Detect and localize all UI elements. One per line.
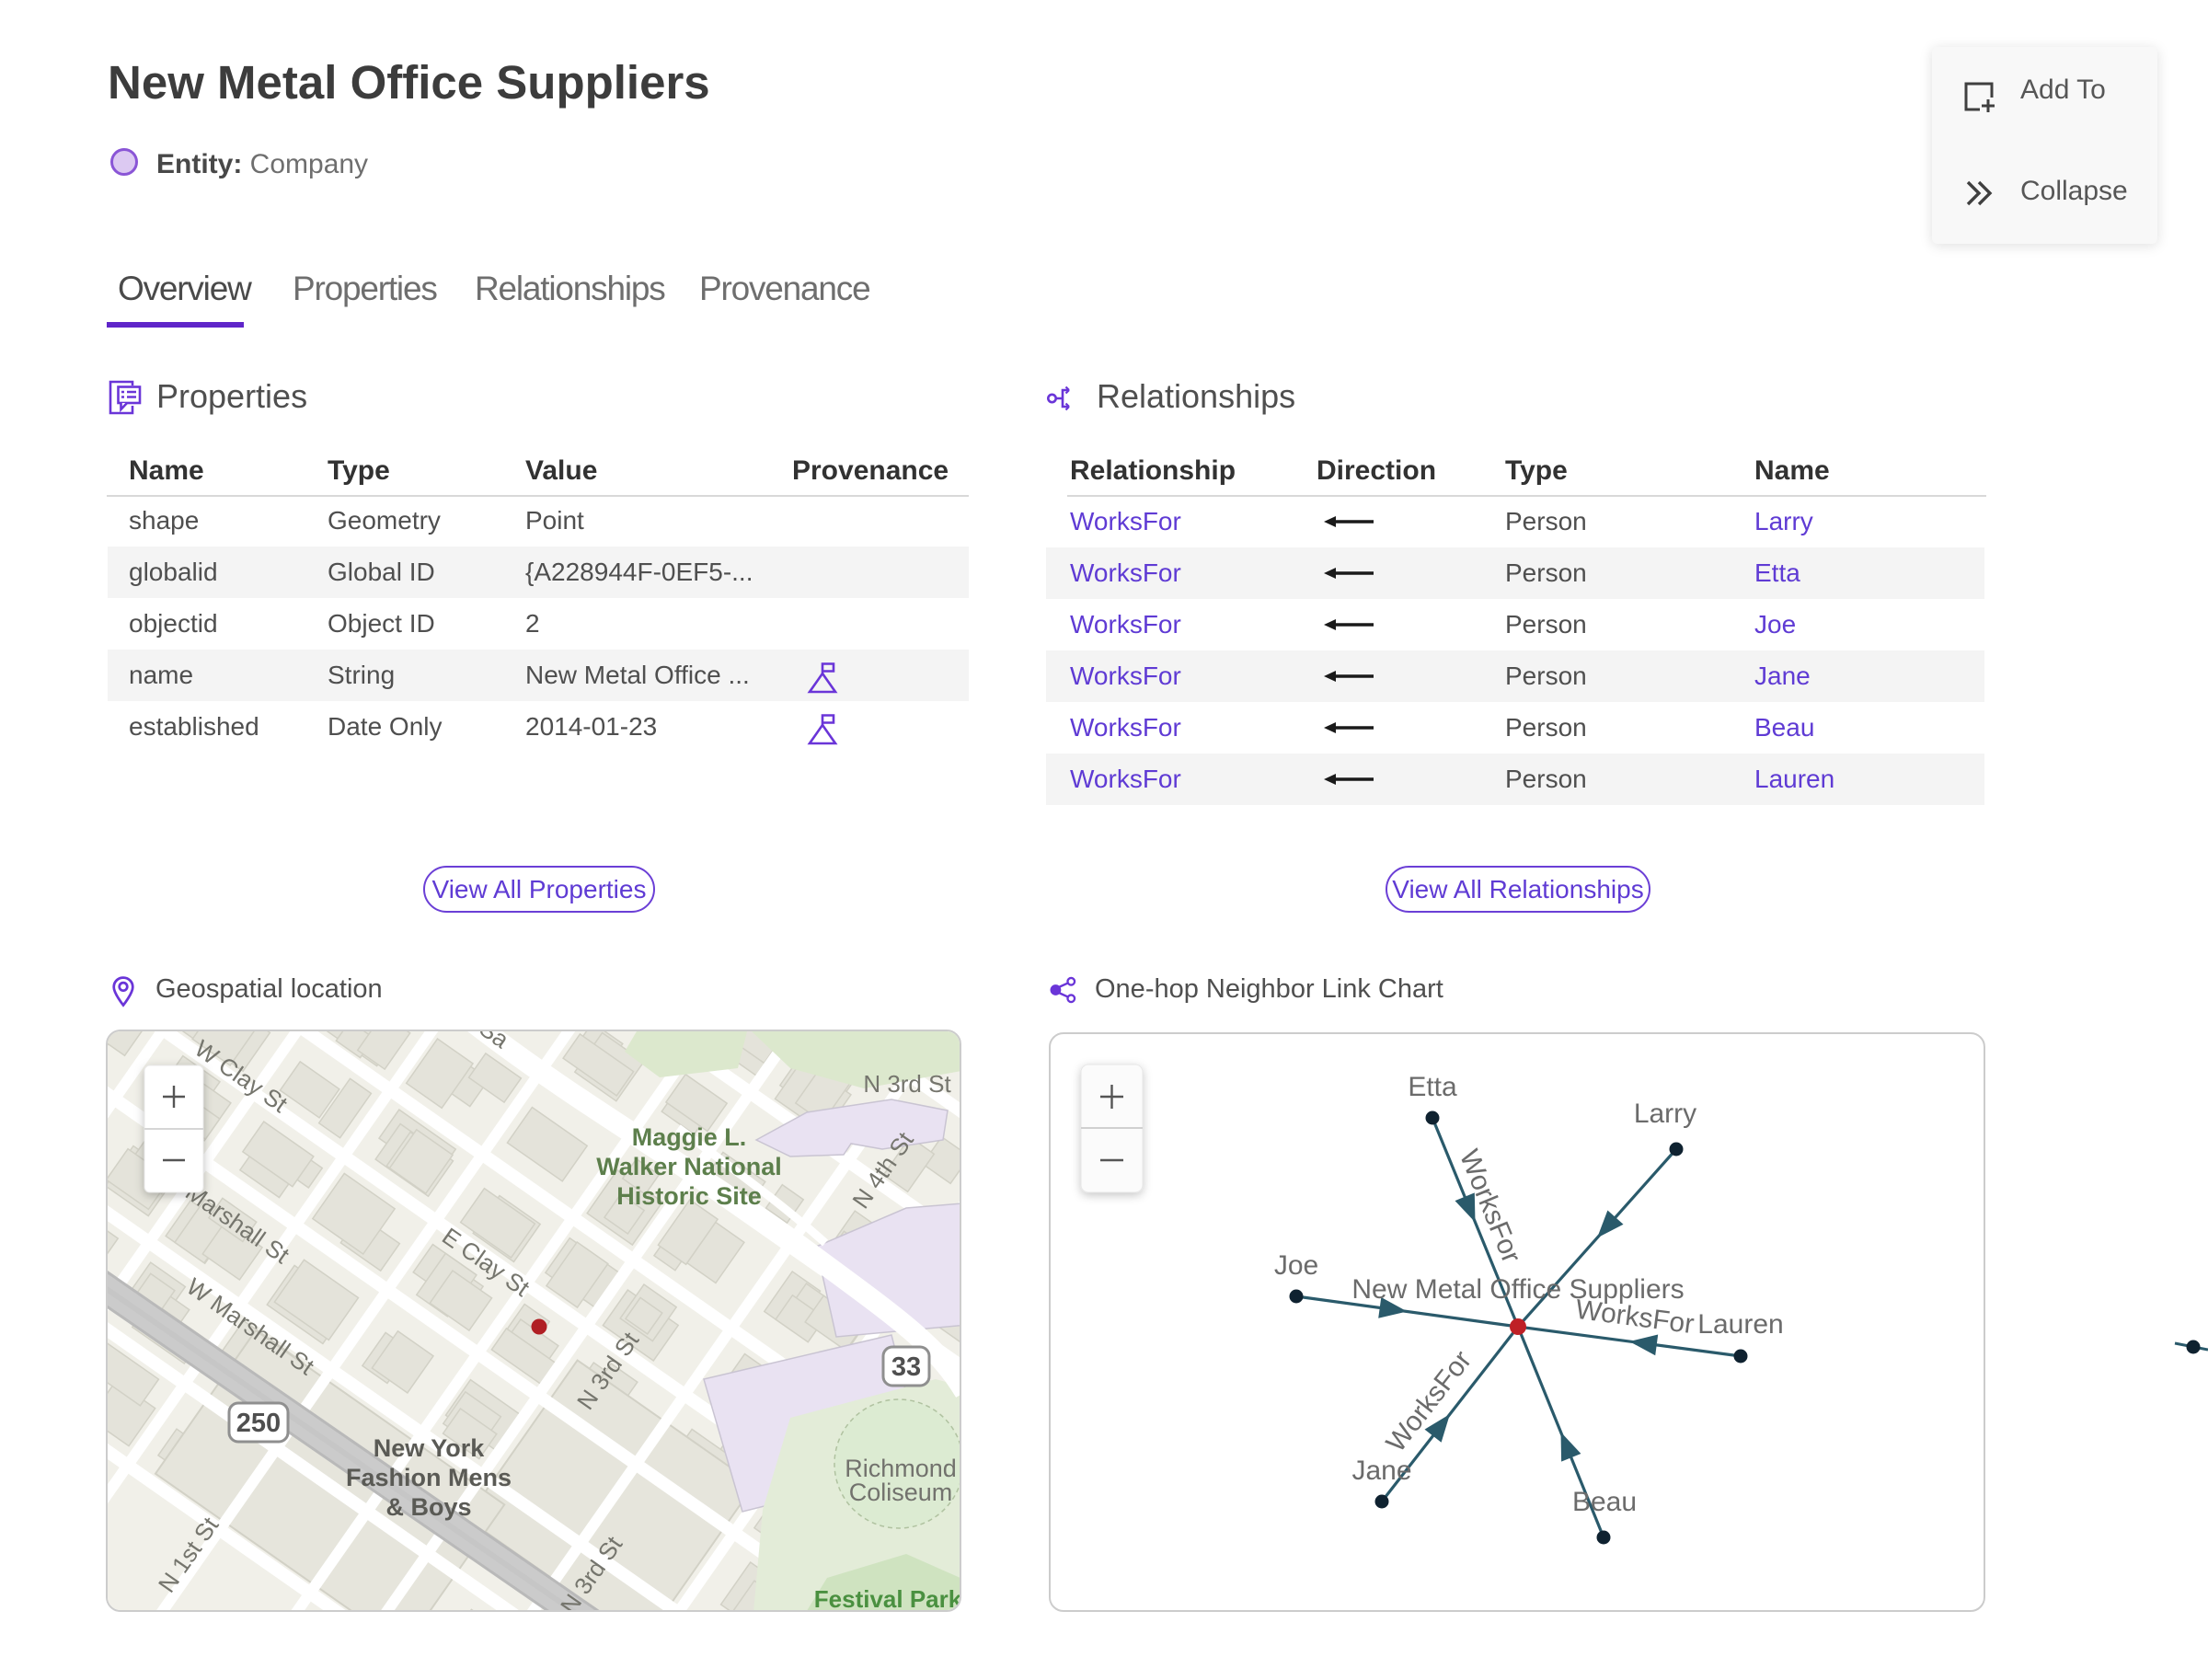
svg-text:Larry: Larry (1634, 1099, 1696, 1129)
svg-text:Historic Site: Historic Site (616, 1182, 762, 1210)
svg-text:Walker National: Walker National (596, 1153, 782, 1180)
svg-text:Festival Park: Festival Park (814, 1585, 960, 1610)
svg-text:New Metal Office Suppliers: New Metal Office Suppliers (1351, 1274, 1684, 1305)
svg-text:N 3rd St: N 3rd St (863, 1070, 951, 1098)
svg-text:Etta: Etta (1408, 1072, 1457, 1102)
svg-text:Lauren: Lauren (1697, 1309, 1783, 1340)
svg-text:& Boys: & Boys (385, 1493, 471, 1521)
svg-text:Joe: Joe (1274, 1250, 1318, 1281)
svg-text:250: 250 (236, 1409, 281, 1438)
svg-text:New York: New York (374, 1434, 486, 1462)
svg-text:33: 33 (891, 1352, 921, 1382)
svg-text:Beau: Beau (1572, 1487, 1637, 1517)
svg-text:Maggie L.: Maggie L. (632, 1123, 747, 1151)
svg-text:Coliseum: Coliseum (849, 1479, 953, 1506)
svg-text:Fashion Mens: Fashion Mens (346, 1464, 512, 1491)
svg-text:Jane: Jane (1351, 1456, 1411, 1486)
